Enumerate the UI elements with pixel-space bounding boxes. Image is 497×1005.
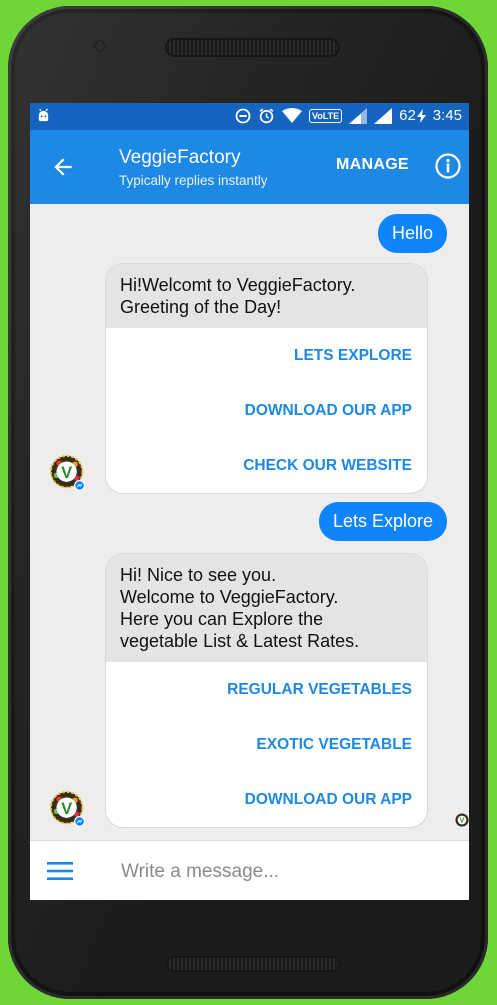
do-not-disturb-icon <box>235 108 251 123</box>
bottom-speaker <box>165 956 340 972</box>
bot-card-welcome: Hi!Welcomt to VeggieFactory. Greeting of… <box>105 263 428 494</box>
check-website-button[interactable]: CHECK OUR WEBSITE <box>106 438 427 493</box>
bot-card-text-line: Here you can Explore the <box>120 609 324 629</box>
wifi-icon <box>281 108 302 123</box>
clock: 3:45 <box>432 107 462 124</box>
outgoing-message[interactable]: Hello <box>377 214 447 253</box>
signal-icon <box>374 107 393 124</box>
signal-icon <box>349 107 368 124</box>
battery-percent: 62 <box>399 107 416 124</box>
svg-text:V: V <box>460 818 465 825</box>
read-receipt-avatar: V <box>455 813 469 827</box>
bot-card-text-line: Hi! Nice to see you. <box>120 565 277 585</box>
download-app-button[interactable]: DOWNLOAD OUR APP <box>106 772 427 827</box>
svg-text:V: V <box>61 799 72 818</box>
battery-charging-icon <box>416 108 426 123</box>
bot-card-text-line: Hi!Welcomt to VeggieFactory. <box>120 275 356 295</box>
outgoing-message[interactable]: Lets Explore <box>318 502 447 541</box>
svg-text:V: V <box>61 463 72 482</box>
bot-card-explore: Hi! Nice to see you. Welcome to VeggieFa… <box>105 553 428 828</box>
avatar-logo[interactable]: V <box>50 455 87 492</box>
bot-card-text-line: Greeting of the Day! <box>120 297 282 317</box>
front-camera <box>94 40 106 52</box>
lets-explore-button[interactable]: LETS EXPLORE <box>106 328 427 383</box>
android-icon <box>38 108 49 122</box>
volte-badge: VoLTE <box>308 108 343 123</box>
download-app-button[interactable]: DOWNLOAD OUR APP <box>106 383 427 438</box>
app-bar: VeggieFactory Typically replies instantl… <box>30 130 469 204</box>
manage-button[interactable]: MANAGE <box>336 156 409 174</box>
chat-thread[interactable]: Hello Hi!Welcomt to VeggieFactory. Greet… <box>30 204 469 840</box>
regular-vegetables-button[interactable]: REGULAR VEGETABLES <box>106 662 427 717</box>
message-composer <box>30 840 469 900</box>
exotic-vegetable-button[interactable]: EXOTIC VEGETABLE <box>106 717 427 772</box>
bot-card-text: Hi!Welcomt to VeggieFactory. Greeting of… <box>106 264 427 328</box>
bot-card-text: Hi! Nice to see you. Welcome to VeggieFa… <box>106 554 427 662</box>
chat-subtitle: Typically replies instantly <box>119 173 268 188</box>
message-input[interactable] <box>119 853 443 891</box>
alarm-icon <box>259 108 274 124</box>
chat-title: VeggieFactory <box>119 147 241 168</box>
top-speaker <box>165 38 340 57</box>
info-icon[interactable] <box>434 152 462 180</box>
menu-icon[interactable] <box>47 861 73 881</box>
bot-card-text-line: vegetable List & Latest Rates. <box>120 631 360 651</box>
avatar-logo[interactable]: V <box>50 791 87 828</box>
status-bar: VoLTE 62 3:45 <box>30 103 469 130</box>
back-arrow-icon[interactable] <box>50 154 76 180</box>
phone-screen: VoLTE 62 3:45 VeggieFactory Typically re… <box>30 103 469 900</box>
bot-card-text-line: Welcome to VeggieFactory. <box>120 587 339 607</box>
